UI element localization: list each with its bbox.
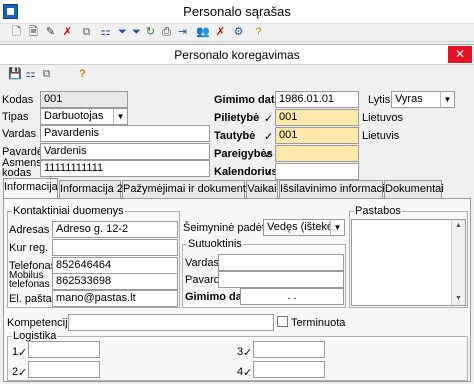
tab-informacija[interactable]: Informacija	[3, 178, 58, 199]
chevron-down-icon[interactable]: ▼	[330, 220, 344, 235]
tab-vaikai[interactable]: Vaikai	[246, 180, 278, 199]
pilietybe-code-field[interactable]: 001	[275, 109, 359, 126]
logistika-4-field[interactable]	[253, 361, 325, 378]
tipas-select[interactable]: Darbuotojas ▼	[40, 108, 128, 125]
lytis-label: Lytis	[368, 94, 391, 106]
kur-reg-label: Kur reg.	[9, 242, 49, 254]
refresh-icon[interactable]: ↻	[144, 26, 157, 39]
tab-pazymejimai[interactable]: Pažymėjimai ir dokumentai	[122, 180, 254, 199]
spouse-gimimo-data-field[interactable]: . .	[240, 288, 344, 305]
adresas-label: Adresas	[9, 224, 50, 236]
chevron-down-icon[interactable]: ▼	[440, 92, 454, 107]
lookup-check-icon[interactable]: ✓	[264, 166, 273, 179]
tab-dokumentai[interactable]: Dokumentai	[384, 180, 444, 199]
settings-icon[interactable]: ⚙	[232, 26, 245, 39]
telefonas-field[interactable]: 852646464	[52, 257, 178, 274]
print-icon[interactable]: ⎙	[160, 26, 173, 39]
spouse-vardas-field[interactable]	[218, 254, 344, 271]
seimynine-select[interactable]: Vedęs (ištekėju ▼	[263, 219, 345, 236]
chevron-down-icon[interactable]: ▼	[113, 109, 127, 124]
close-button[interactable]: ✕	[448, 46, 472, 63]
new-doc-icon[interactable]: 🗋	[10, 26, 23, 39]
open-doc-icon[interactable]: 🗎	[27, 26, 40, 39]
notes-label: Pastabos	[354, 205, 402, 217]
user-remove-icon[interactable]: ✗	[214, 26, 227, 39]
pareigybes-field[interactable]	[275, 145, 359, 162]
filter-clear-icon[interactable]: ⏷	[130, 26, 143, 39]
kompetencija-field[interactable]	[68, 314, 274, 331]
seimynine-label: Šeimyninė padėtis	[183, 222, 273, 234]
mobilus-field[interactable]: 862533698	[52, 273, 178, 290]
kur-reg-field[interactable]	[52, 239, 178, 256]
copy-icon[interactable]: ⧉	[40, 68, 53, 81]
notes-scrollbar[interactable]: ▲ ▼	[451, 220, 465, 305]
asmens-kodas-field[interactable]: 11111111111	[40, 160, 210, 177]
lookup-check-icon[interactable]: ✓	[243, 366, 252, 379]
vardas-label: Vardas	[2, 128, 37, 140]
adresas-field[interactable]: Adreso g. 12-2	[52, 221, 178, 238]
help-icon[interactable]: ?	[76, 68, 89, 81]
scroll-down-icon[interactable]: ▼	[452, 293, 465, 305]
tab-informacija-2[interactable]: Informacija 2	[59, 180, 123, 199]
asmens-kodas-label: Asmens kodas	[2, 157, 42, 179]
pavarde-field[interactable]: Vardenis	[40, 143, 210, 160]
tautybe-text: Lietuvis	[362, 130, 400, 142]
kodas-field[interactable]: 001	[40, 91, 128, 108]
help-icon[interactable]: ?	[252, 26, 265, 39]
tree-icon[interactable]: ⚏	[99, 26, 112, 39]
kompetencija-label: Kompetencija	[7, 317, 74, 329]
logistika-3-field[interactable]	[253, 341, 325, 358]
lookup-check-icon[interactable]: ✓	[243, 346, 252, 359]
users-icon[interactable]: 👥	[196, 26, 210, 39]
lytis-select[interactable]: Vyras ▼	[391, 91, 455, 108]
lookup-check-icon[interactable]: ✓	[264, 130, 273, 143]
terminuota-label: Terminuota	[291, 317, 346, 329]
edit-icon[interactable]: ✎	[44, 26, 57, 39]
main-window-titlebar: Personalo sąrašas	[0, 0, 474, 24]
lookup-check-icon[interactable]: ✓	[18, 366, 27, 379]
dialog-titlebar: Personalo koregavimas ✕	[0, 45, 474, 65]
pilietybe-text: Lietuvos	[362, 112, 403, 124]
main-toolbar: 🗋 🗎 ✎ ✗ ⧉ ⚏ ⏷ ⏷ ↻ ⎙ ⇥ 👥 ✗ ⚙?	[0, 24, 474, 42]
lytis-value: Vyras	[395, 93, 423, 105]
kodas-label: Kodas	[2, 94, 34, 106]
vardas-field[interactable]: Pavardenis	[40, 125, 210, 142]
informacija-panel: Kontaktiniai duomenys Adresas Adreso g. …	[3, 198, 471, 382]
terminuota-checkbox[interactable]	[277, 316, 288, 327]
notes-field[interactable]: ▲ ▼	[351, 219, 466, 306]
scroll-up-icon[interactable]: ▲	[452, 220, 465, 232]
tipas-value: Darbuotojas	[44, 110, 104, 122]
spouse-group-label: Sutuoktinis	[187, 238, 243, 250]
copy-icon[interactable]: ⧉	[80, 26, 93, 39]
gimimo-data-field[interactable]: 1986.01.01	[275, 91, 359, 108]
lookup-check-icon[interactable]: ✓	[264, 112, 273, 125]
tab-issilavinimas[interactable]: Išsilavinimo informacija	[279, 180, 393, 199]
export-icon[interactable]: ⇥	[176, 26, 189, 39]
contacts-group-label: Kontaktiniai duomenys	[12, 205, 125, 217]
kalendorius-field[interactable]	[275, 163, 359, 180]
save-icon[interactable]: 💾	[8, 68, 22, 81]
el-pastas-label: El. paštas	[9, 293, 58, 305]
pilietybe-label: Pilietybė	[214, 112, 260, 124]
logistika-2-field[interactable]	[28, 361, 100, 378]
mobilus-label: Mobilus telefonas	[9, 270, 50, 290]
tipas-label: Tipas	[2, 111, 29, 123]
filter-icon[interactable]: ⏷	[116, 26, 129, 39]
tautybe-label: Tautybė	[214, 130, 256, 142]
dialog-toolbar: 💾 ⚏ ⧉ ?	[0, 66, 474, 86]
spouse-vardas-label: Vardas	[185, 257, 220, 269]
logistika-1-field[interactable]	[28, 341, 100, 358]
window-title: Personalo sąrašas	[183, 4, 291, 19]
tautybe-code-field[interactable]: 001	[275, 127, 359, 144]
el-pastas-field[interactable]: mano@pastas.lt	[52, 290, 178, 307]
tree-icon[interactable]: ⚏	[24, 68, 37, 81]
lookup-check-icon[interactable]: ✓	[264, 148, 273, 161]
spouse-pavarde-field[interactable]	[218, 271, 344, 288]
gimimo-data-label: Gimimo data	[214, 94, 281, 106]
dialog-title: Personalo koregavimas	[174, 48, 300, 62]
delete-icon[interactable]: ✗	[61, 26, 74, 39]
lookup-check-icon[interactable]: ✓	[18, 346, 27, 359]
